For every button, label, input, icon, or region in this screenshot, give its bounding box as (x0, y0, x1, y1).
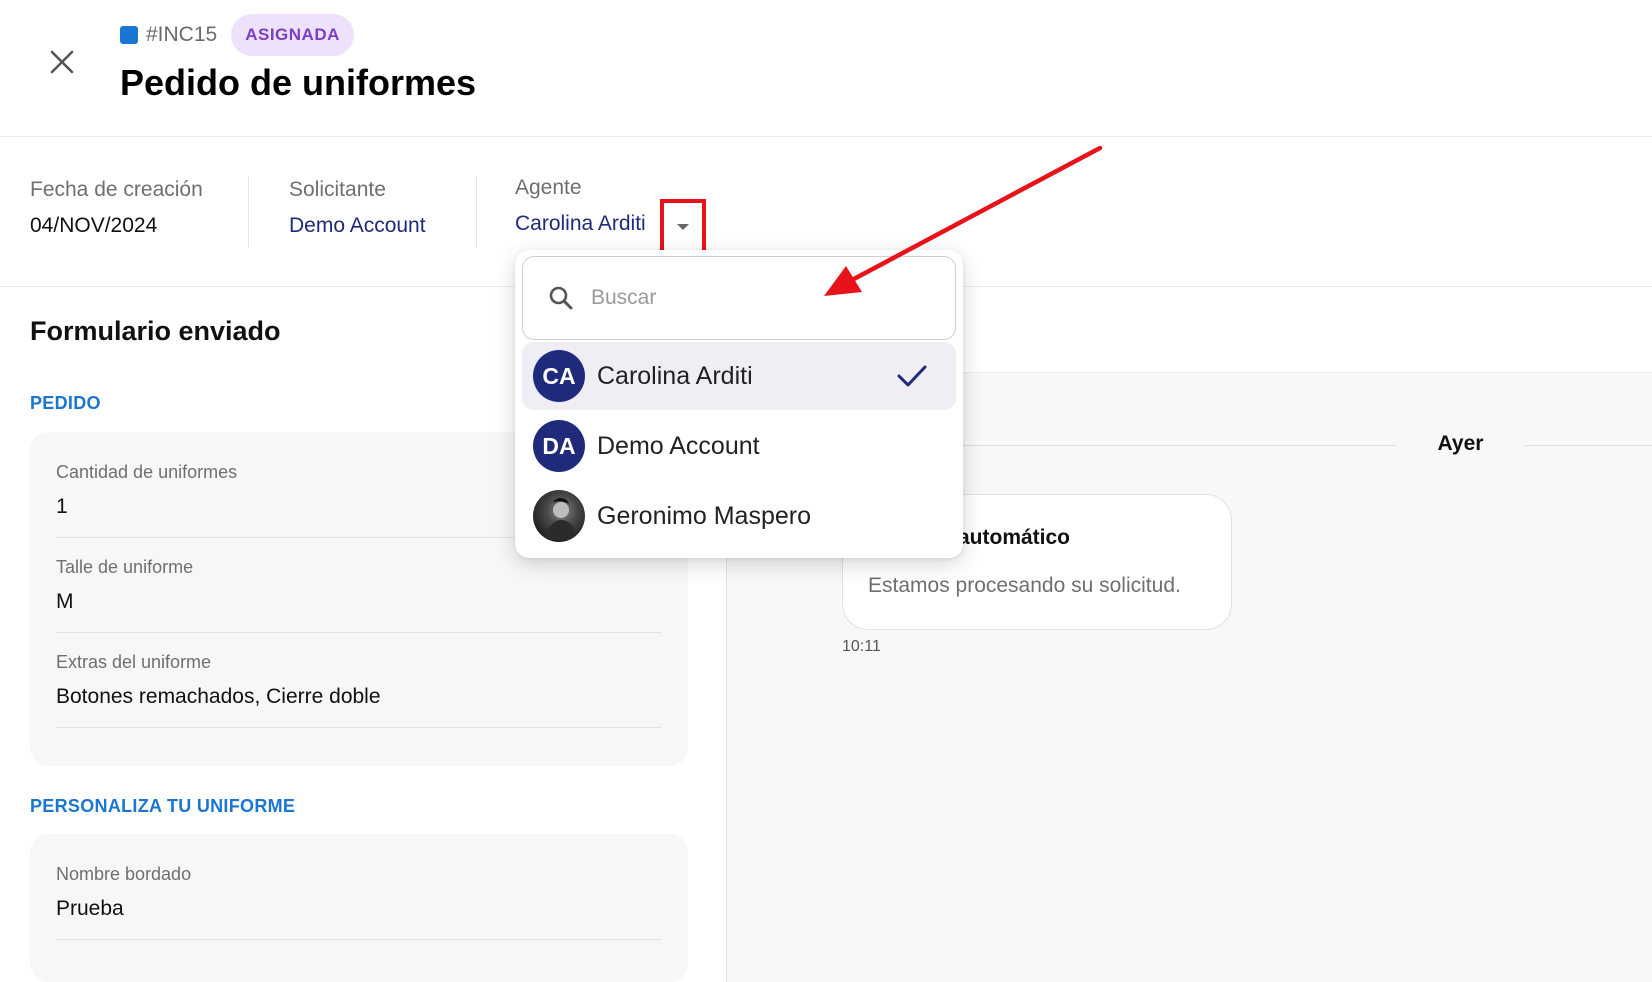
field-divider (56, 727, 662, 728)
agent-option-geronimo-maspero[interactable]: Geronimo Maspero (522, 482, 956, 550)
field-embroidered-name: Nombre bordado Prueba (56, 864, 662, 921)
field-extras: Extras del uniforme Botones remachados, … (56, 652, 662, 709)
ticket-type-icon (120, 26, 138, 44)
creation-date: Fecha de creación 04/NOV/2024 (30, 178, 203, 238)
group-label-personaliza: PERSONALIZA TU UNIFORME (30, 796, 296, 816)
avatar-photo (533, 490, 585, 542)
ticket-id-row: #INC15 ASIGNADA (120, 14, 354, 56)
meta-separator (476, 176, 477, 248)
agent-option-name: Geronimo Maspero (597, 501, 811, 530)
agent-value[interactable]: Carolina Arditi (515, 212, 646, 236)
agent-label: Agente (515, 176, 582, 199)
close-icon (50, 50, 74, 74)
caret-down-icon (677, 224, 689, 230)
agent-dropdown: CA Carolina Arditi DA Demo Account Geron… (515, 250, 963, 558)
ticket-id: #INC15 (146, 23, 218, 46)
agent-search-input[interactable] (591, 286, 931, 310)
field-size: Talle de uniforme M (56, 557, 662, 614)
agent-option-name: Demo Account (597, 431, 760, 460)
message-time: 10:11 (842, 638, 881, 655)
status-badge: ASIGNADA (231, 14, 354, 56)
agent-option-name: Carolina Arditi (597, 361, 753, 390)
form-title: Formulario enviado (30, 316, 281, 346)
creation-date-value: 04/NOV/2024 (30, 214, 158, 237)
agent-search-box[interactable] (522, 256, 956, 340)
requester: Solicitante Demo Account (289, 178, 426, 238)
requester-link[interactable]: Demo Account (289, 214, 426, 238)
day-separator-label: Ayer (1437, 432, 1484, 455)
creation-date-label: Fecha de creación (30, 178, 203, 201)
close-button[interactable] (42, 42, 82, 82)
day-separator-line (1525, 445, 1652, 446)
field-value: Prueba (56, 897, 124, 920)
field-divider (56, 939, 662, 940)
message-text: Estamos procesando su solicitud. (868, 574, 1181, 597)
meta-separator (248, 176, 249, 248)
check-icon (897, 365, 927, 387)
field-label: Talle de uniforme (56, 557, 194, 577)
group-label-pedido: PEDIDO (30, 393, 101, 413)
header-divider (0, 136, 1652, 137)
field-value: Botones remachados, Cierre doble (56, 685, 381, 708)
avatar: CA (533, 350, 585, 402)
day-separator-line (960, 445, 1396, 446)
page-title: Pedido de uniformes (120, 62, 477, 103)
field-divider (56, 632, 662, 633)
field-label: Nombre bordado (56, 864, 192, 884)
requester-label: Solicitante (289, 178, 386, 201)
search-icon (549, 286, 573, 310)
agent-dropdown-toggle[interactable] (660, 199, 706, 255)
avatar: DA (533, 420, 585, 472)
person-photo-icon (545, 498, 577, 540)
field-label: Extras del uniforme (56, 652, 212, 672)
form-card-personaliza: Nombre bordado Prueba (30, 834, 688, 982)
agent-option-demo-account[interactable]: DA Demo Account (522, 412, 956, 480)
field-value: M (56, 590, 74, 613)
message-title: automático (958, 526, 1071, 549)
agent: Agente Carolina Arditi (515, 176, 646, 236)
agent-option-carolina-arditi[interactable]: CA Carolina Arditi (522, 342, 956, 410)
